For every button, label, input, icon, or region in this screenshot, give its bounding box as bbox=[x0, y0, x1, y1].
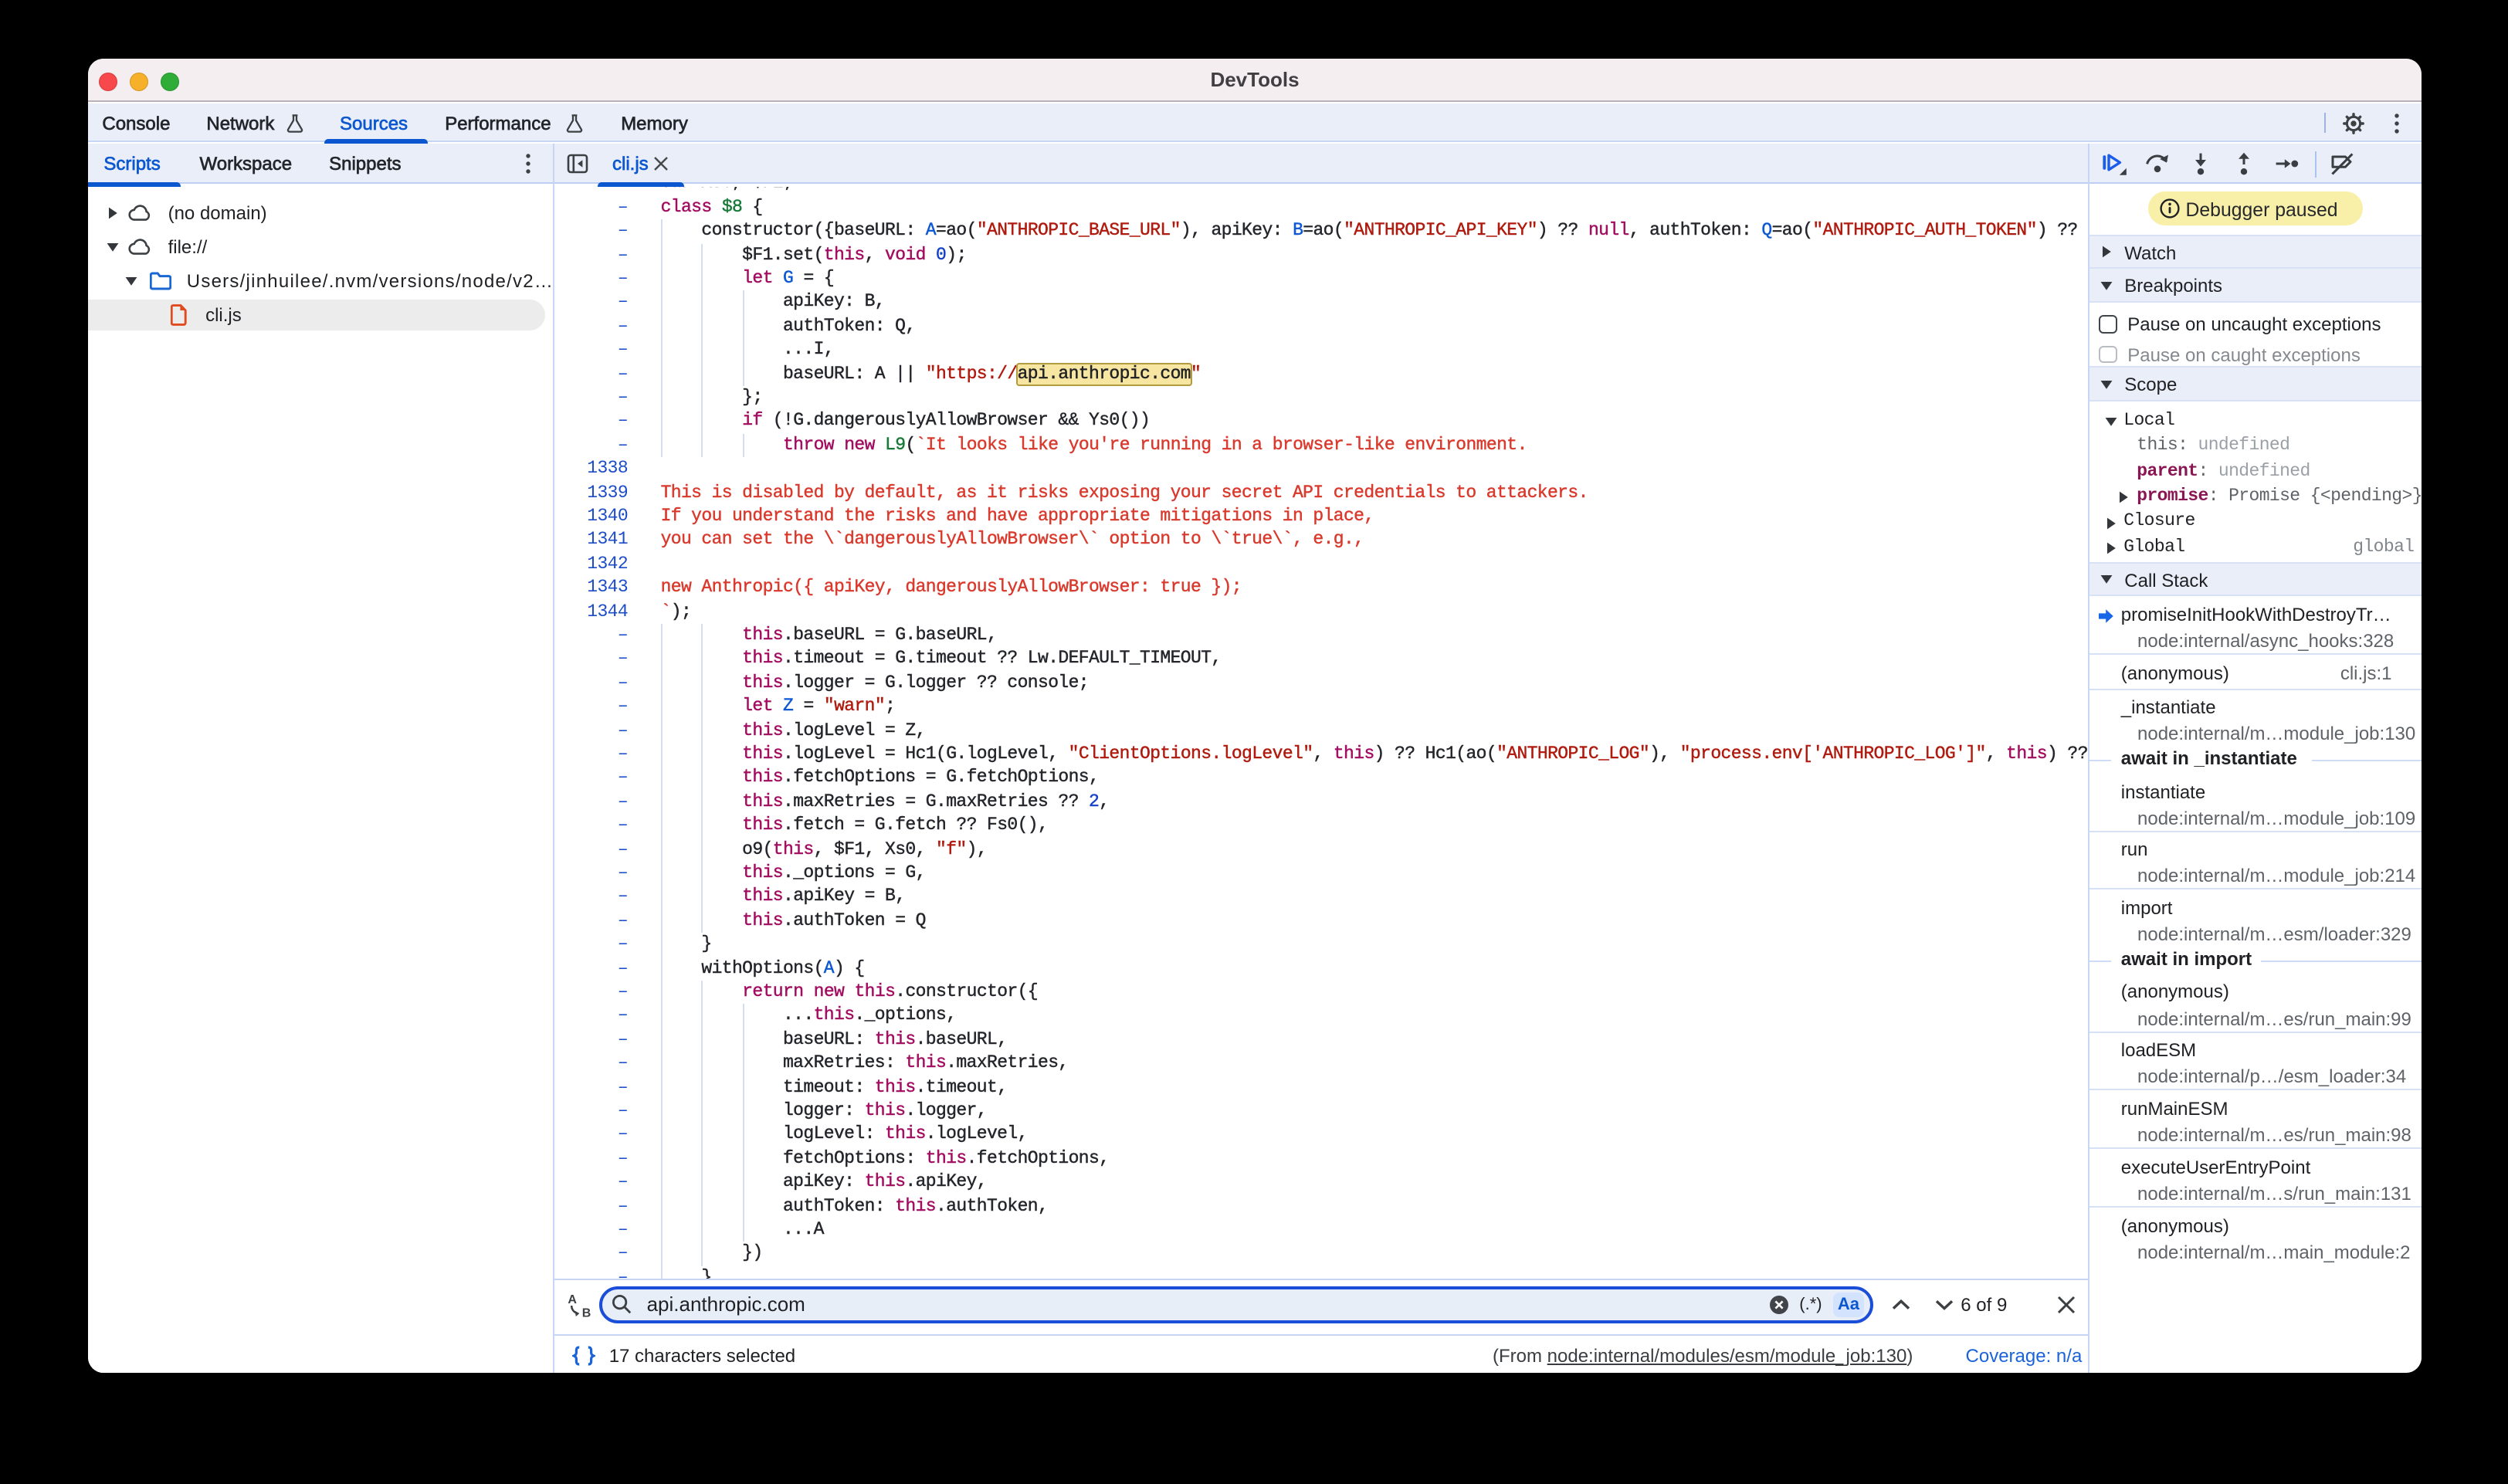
svg-text:A: A bbox=[568, 1293, 577, 1306]
svg-text:B: B bbox=[581, 1306, 591, 1318]
